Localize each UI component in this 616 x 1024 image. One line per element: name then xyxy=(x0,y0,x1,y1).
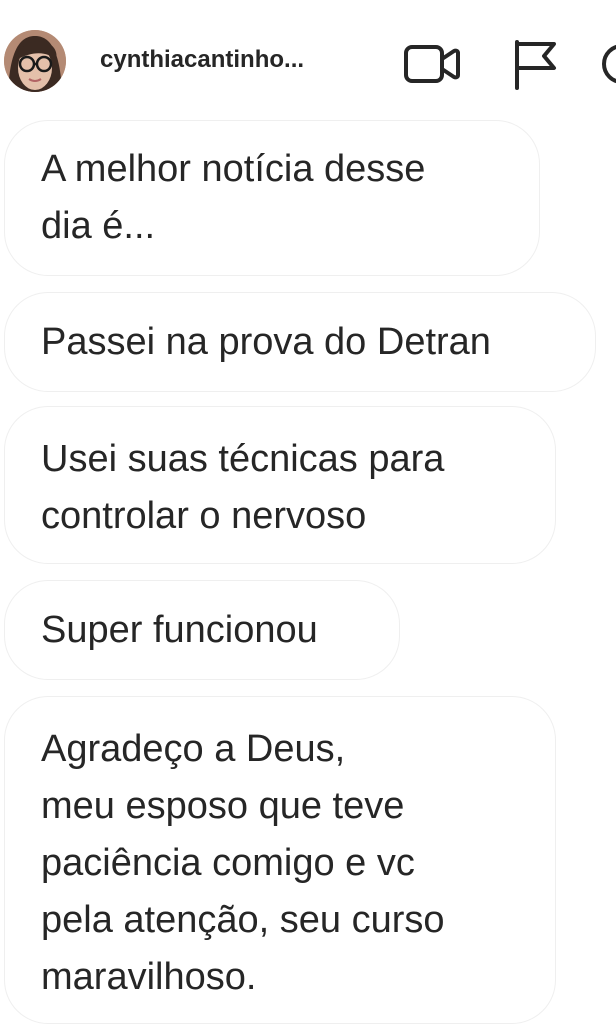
chat-header: cynthiacantinho... xyxy=(0,0,616,118)
message-bubble[interactable]: Agradeço a Deus, meu esposo que teve pac… xyxy=(4,696,556,1024)
message-bubble[interactable]: Usei suas técnicas para controlar o nerv… xyxy=(4,406,556,564)
avatar-photo xyxy=(4,30,66,92)
avatar[interactable] xyxy=(4,30,66,92)
info-icon[interactable] xyxy=(600,42,616,86)
video-camera-icon[interactable] xyxy=(402,42,462,86)
chat-username[interactable]: cynthiacantinho... xyxy=(100,46,304,74)
message-bubble[interactable]: Super funcionou xyxy=(4,580,400,680)
message-bubble[interactable]: Passei na prova do Detran xyxy=(4,292,596,392)
chat-screen: cynthiacantinho... A melhor notícia dess… xyxy=(0,0,616,1024)
flag-icon[interactable] xyxy=(510,38,560,90)
message-bubble[interactable]: A melhor notícia desse dia é... xyxy=(4,120,540,276)
